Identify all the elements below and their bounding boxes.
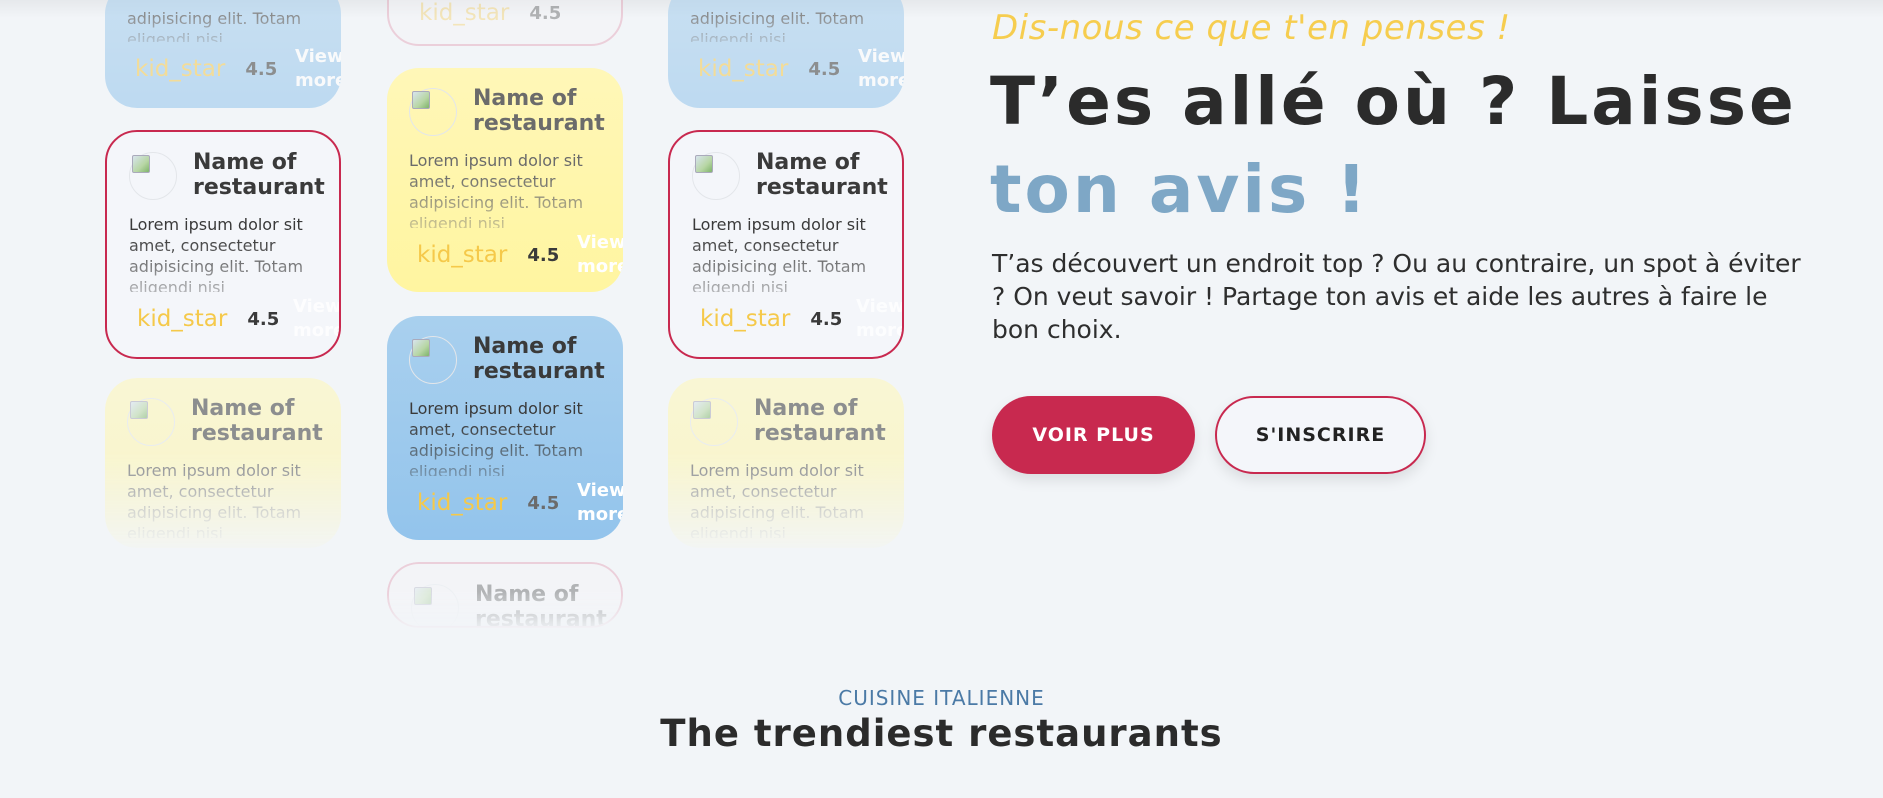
card-rating: 4.5 [527,492,560,514]
card-description: Lorem ipsum dolor sit amet, consectetur … [690,461,865,538]
card-title: Name of restaurant [756,150,888,200]
card-rating: 4.5 [810,308,843,330]
restaurant-card[interactable]: kid_star 4.5 [387,0,623,46]
card-rating: 4.5 [529,2,562,24]
view-more-link[interactable]: View more [293,295,339,343]
view-more-link[interactable]: View more [856,295,902,343]
card-description: Lorem ipsum dolor sit amet, consectetur … [409,399,584,476]
card-title: Name of restaurant [193,150,325,200]
card-header: Name of restaurant [107,150,339,200]
card-rating: 4.5 [527,244,560,266]
restaurant-image [690,398,738,446]
restaurant-card[interactable]: Name of restaurant [387,562,623,628]
restaurant-image [692,152,740,200]
star-icon: kid_star [137,306,228,332]
restaurant-card[interactable]: adipisicing elit. Totam eligendi nisi ki… [668,0,904,108]
voir-plus-button[interactable]: VOIR PLUS [992,396,1195,474]
hero-title-main: T’es allé où ? Laisse [990,63,1797,140]
restaurant-image [409,88,457,136]
reviews-column-2: kid_star 4.5 Name of restaurant Lorem ip… [387,0,623,640]
view-more-link[interactable]: View more [858,45,904,93]
view-more-link[interactable]: View more [577,231,623,279]
restaurant-card[interactable]: Name of restaurant Lorem ipsum dolor sit… [668,130,904,359]
card-footer: kid_star 4.5 View more [107,292,339,342]
card-title: Name of restaurant [191,396,323,446]
star-icon: kid_star [135,56,226,82]
card-description: adipisicing elit. Totam eligendi nisi [690,9,865,42]
star-icon: kid_star [419,0,510,26]
section-eyebrow: CUISINE ITALIENNE [838,686,1045,710]
restaurant-card[interactable]: Name of restaurant Lorem ipsum dolor sit… [105,130,341,359]
view-more-link[interactable]: View more [295,45,341,93]
card-title: Name of restaurant [473,334,605,384]
view-more-link[interactable]: View more [577,479,623,527]
card-rating: 4.5 [808,58,841,80]
card-header: Name of restaurant [670,150,902,200]
card-header: Name of restaurant [668,396,904,446]
card-header: Name of restaurant [387,334,623,384]
card-footer: kid_star 4.5 View more [387,228,623,278]
card-footer: kid_star 4.5 View more [387,476,623,526]
card-description: Lorem ipsum dolor sit amet, consectetur … [129,215,304,292]
hero-title: T’es allé où ? Laisse ton avis ! [990,58,1850,234]
card-rating: 4.5 [247,308,280,330]
card-footer: kid_star 4.5 View more [668,42,904,92]
reviews-column-3: adipisicing elit. Totam eligendi nisi ki… [668,0,904,640]
card-title: Name of restaurant [754,396,886,446]
restaurant-card[interactable]: Name of restaurant Lorem ipsum dolor sit… [105,378,341,548]
card-description: Lorem ipsum dolor sit amet, consectetur … [692,215,867,292]
sinscrire-button[interactable]: S'INSCRIRE [1215,396,1426,474]
restaurant-image [411,584,459,626]
card-footer: kid_star 4.5 View more [105,42,341,92]
card-title: Name of restaurant [473,86,605,136]
card-header: Name of restaurant [105,396,341,446]
card-header: Name of restaurant [387,86,623,136]
star-icon: kid_star [698,56,789,82]
hero-title-accent: ton avis ! [990,151,1370,228]
card-header: Name of restaurant [389,582,621,628]
card-footer: kid_star 4.5 [389,0,621,28]
restaurant-image [127,398,175,446]
restaurant-image [129,152,177,200]
card-description: Lorem ipsum dolor sit amet, consectetur … [127,461,302,538]
restaurant-image [409,336,457,384]
card-rating: 4.5 [245,58,278,80]
star-icon: kid_star [700,306,791,332]
card-footer: kid_star 4.5 View more [670,292,902,342]
restaurant-card[interactable]: Name of restaurant Lorem ipsum dolor sit… [387,68,623,292]
star-icon: kid_star [417,490,508,516]
hero-eyebrow: Dis-nous ce que t'en penses ! [992,8,1511,48]
card-description: Lorem ipsum dolor sit amet, consectetur … [409,151,584,228]
star-icon: kid_star [417,242,508,268]
restaurant-card[interactable]: adipisicing elit. Totam eligendi nisi ki… [105,0,341,108]
section-title: The trendiest restaurants [660,712,1223,755]
restaurant-card[interactable]: Name of restaurant Lorem ipsum dolor sit… [668,378,904,548]
hero-description: T’as découvert un endroit top ? Ou au co… [992,249,1801,344]
card-title: Name of restaurant [475,582,607,628]
restaurant-card[interactable]: Name of restaurant Lorem ipsum dolor sit… [387,316,623,540]
card-description: adipisicing elit. Totam eligendi nisi [127,9,302,42]
reviews-column-1: adipisicing elit. Totam eligendi nisi ki… [105,0,341,640]
